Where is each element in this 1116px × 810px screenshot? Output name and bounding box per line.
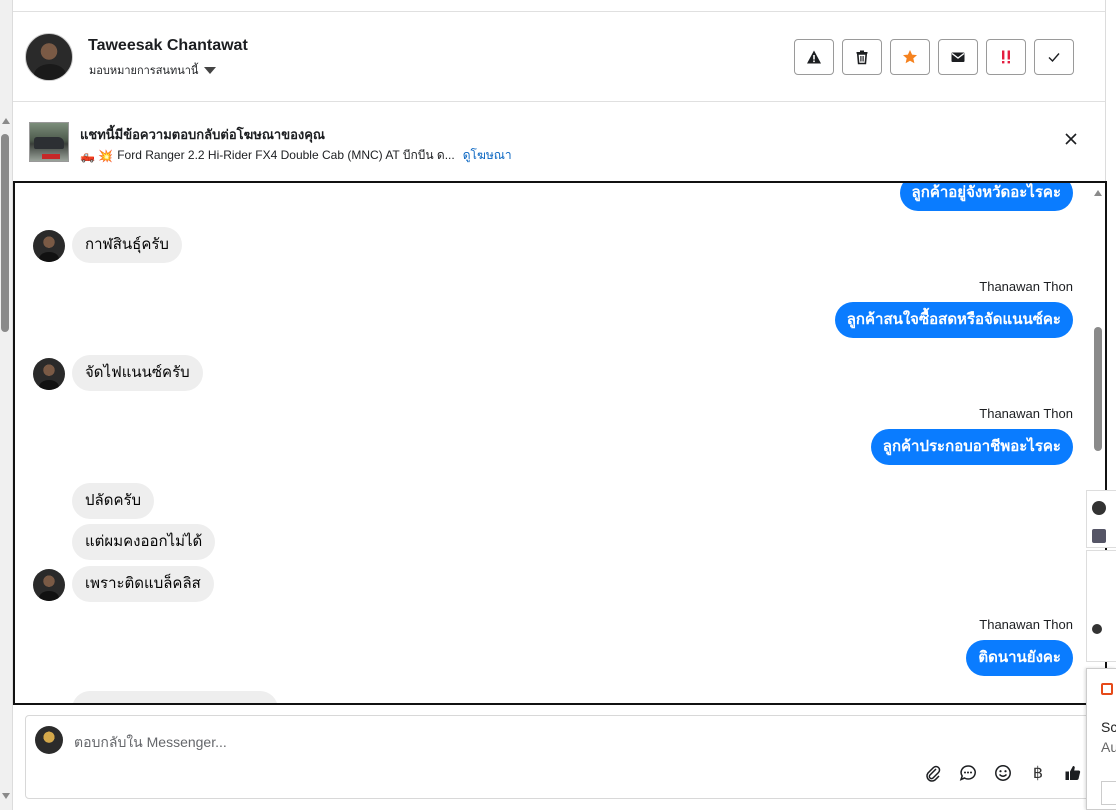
contact-avatar-small (33, 358, 65, 390)
scroll-down-arrow-icon[interactable] (2, 793, 10, 799)
page-avatar (35, 726, 63, 754)
payment-button[interactable]: ฿ (1029, 764, 1047, 782)
avatar (1092, 529, 1106, 543)
like-button[interactable] (1064, 764, 1082, 782)
app-icon (1101, 683, 1113, 695)
paperclip-icon (926, 765, 941, 782)
mark-unread-button[interactable] (938, 39, 978, 75)
baht-icon: ฿ (1032, 765, 1044, 782)
conversation-header: Taweesak Chantawat มอบหมายการสนทนานี้ (13, 12, 1105, 102)
scroll-up-arrow-icon[interactable] (1094, 190, 1102, 196)
side-popup-conversations[interactable] (1086, 490, 1116, 548)
star-icon (903, 50, 917, 64)
assign-label: มอบหมายการสนทนานี้ (89, 65, 199, 77)
contact-avatar-small (33, 569, 65, 601)
view-ad-link[interactable]: ดูโฆษณา (463, 146, 512, 165)
warning-icon (807, 50, 821, 64)
ad-thumbnail[interactable] (29, 122, 69, 162)
contact-name[interactable]: Taweesak Chantawat (88, 37, 248, 55)
attach-button[interactable] (924, 764, 942, 782)
star-button[interactable] (890, 39, 930, 75)
header-actions (794, 39, 1074, 75)
spam-button[interactable] (794, 39, 834, 75)
ad-reply-banner: แชทนี้มีข้อความตอบกลับต่อโฆษณาของคุณ 🛻 💥… (13, 102, 1105, 180)
conversation-panel: Taweesak Chantawat มอบหมายการสนทนานี้ แช… (12, 0, 1107, 810)
assign-conversation-dropdown[interactable]: มอบหมายการสนทนานี้ (89, 61, 217, 79)
ad-banner-subtitle: 🛻 💥 Ford Ranger 2.2 Hi-Rider FX4 Double … (80, 146, 512, 165)
side-popup-button[interactable] (1101, 781, 1116, 805)
contact-avatar[interactable] (25, 33, 73, 81)
saved-reply-icon (959, 765, 976, 781)
window-scrollbar[interactable] (0, 0, 12, 810)
contact-avatar-small (33, 230, 65, 262)
sender-name: Thanawan Thon (979, 279, 1073, 294)
urgent-button[interactable] (986, 39, 1026, 75)
envelope-icon (951, 52, 965, 62)
ad-banner-title: แชทนี้มีข้อความตอบกลับต่อโฆษณาของคุณ (80, 127, 325, 142)
side-popup-panel[interactable] (1086, 550, 1116, 662)
ad-name: Ford Ranger 2.2 Hi-Rider FX4 Double Cab … (117, 148, 455, 162)
message-bubble-incoming: จัดไฟแนนซ์ครับ (72, 355, 203, 391)
avatar (1092, 501, 1106, 515)
message-bubble-outgoing: ติดนานยังคะ (966, 640, 1073, 676)
trash-icon (856, 50, 868, 65)
sender-name: Thanawan Thon (979, 406, 1073, 421)
mark-done-button[interactable] (1034, 39, 1074, 75)
check-icon (1048, 53, 1060, 63)
side-popups-clipped: Sc Au (1086, 490, 1116, 810)
message-bubble-outgoing: ลูกค้าสนใจซื้อสดหรือจัดแนนซ์คะ (834, 302, 1073, 338)
side-popup-card[interactable]: Sc Au (1086, 668, 1116, 810)
ad-emoji: 🛻 💥 (80, 148, 114, 163)
message-bubble-outgoing: ลูกค้าประกอบอาชีพอะไรคะ (870, 429, 1073, 465)
message-bubble-incoming: ปลัดครับ (72, 483, 155, 519)
thumbs-up-icon (1065, 765, 1081, 780)
sender-name: Thanawan Thon (979, 617, 1073, 632)
scrollbar-thumb[interactable] (1, 134, 9, 332)
side-popup-subtext: Au (1101, 739, 1116, 755)
thread-scrollbar-thumb[interactable] (1094, 327, 1102, 451)
message-bubble-incoming-partial (72, 691, 278, 703)
composer-tools: ฿ (924, 764, 1082, 782)
reply-composer[interactable]: ตอบกลับใน Messenger... ฿ (25, 715, 1093, 799)
emoji-button[interactable] (994, 764, 1012, 782)
close-icon[interactable] (1063, 131, 1079, 147)
message-bubble-outgoing: ลูกค้าอยู่จังหวัดอะไรคะ (899, 183, 1073, 211)
message-thread[interactable]: ลูกค้าอยู่จังหวัดอะไรคะ กาฬสินธุ์ครับ Th… (13, 181, 1107, 705)
message-bubble-incoming: กาฬสินธุ์ครับ (72, 227, 182, 263)
scroll-up-arrow-icon[interactable] (2, 118, 10, 124)
emoji-icon (995, 765, 1011, 781)
message-bubble-incoming: แต่ผมคงออกไม่ได้ (72, 524, 216, 560)
message-bubble-incoming: เพราะติดแบล็คลิส (72, 566, 214, 602)
avatar (1092, 624, 1102, 634)
exclamation-icon (1002, 50, 1010, 64)
chevron-down-icon (204, 66, 217, 74)
delete-button[interactable] (842, 39, 882, 75)
saved-reply-button[interactable] (959, 764, 977, 782)
side-popup-text: Sc (1101, 719, 1116, 735)
reply-input[interactable]: ตอบกลับใน Messenger... (74, 732, 227, 754)
